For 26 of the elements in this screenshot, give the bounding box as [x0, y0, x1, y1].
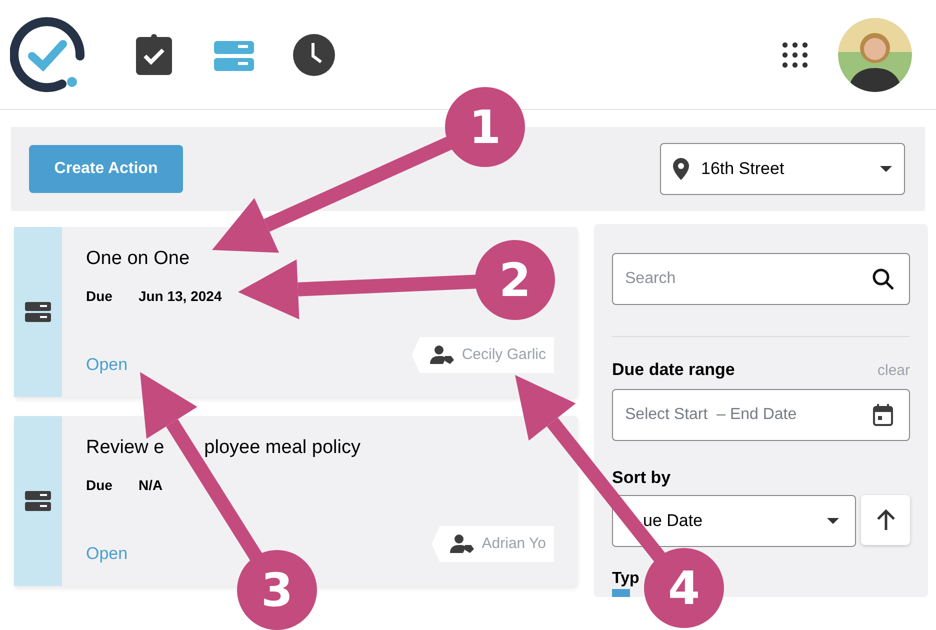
sort-by-label: Sort by: [612, 466, 672, 488]
callout-number: 2: [499, 253, 531, 307]
due-label: Due: [86, 476, 112, 494]
search-field[interactable]: Search: [612, 253, 910, 305]
open-link[interactable]: Open: [86, 352, 128, 377]
assignee-name: Adrian Yo: [482, 534, 546, 554]
callout-number: 4: [668, 561, 700, 615]
location-select[interactable]: 16th Street: [660, 143, 905, 195]
location-value: 16th Street: [701, 158, 786, 180]
due-date: Jun 13, 2024: [138, 286, 222, 306]
due-label: Due: [86, 286, 112, 306]
action-title: Review e: [86, 436, 164, 460]
create-action-button[interactable]: Create Action: [29, 145, 183, 193]
date-range-placeholder: Select Start – End Date: [625, 404, 798, 424]
type-label: Typ: [612, 569, 640, 589]
action-title: One on One: [86, 247, 190, 271]
callout-number: 1: [469, 100, 501, 154]
due-date: N/A: [138, 476, 163, 494]
date-range-field[interactable]: Select Start – End Date: [612, 388, 910, 440]
action-title: ployee meal policy: [204, 436, 360, 460]
open-link[interactable]: Open: [86, 540, 128, 566]
sort-value: ue Date: [642, 510, 704, 532]
date-range-label: Due date range: [612, 359, 735, 381]
clear-link[interactable]: clear: [877, 360, 910, 382]
sort-select[interactable]: ue Date: [612, 495, 856, 547]
assignee-name: Cecily Garlic: [462, 344, 546, 365]
